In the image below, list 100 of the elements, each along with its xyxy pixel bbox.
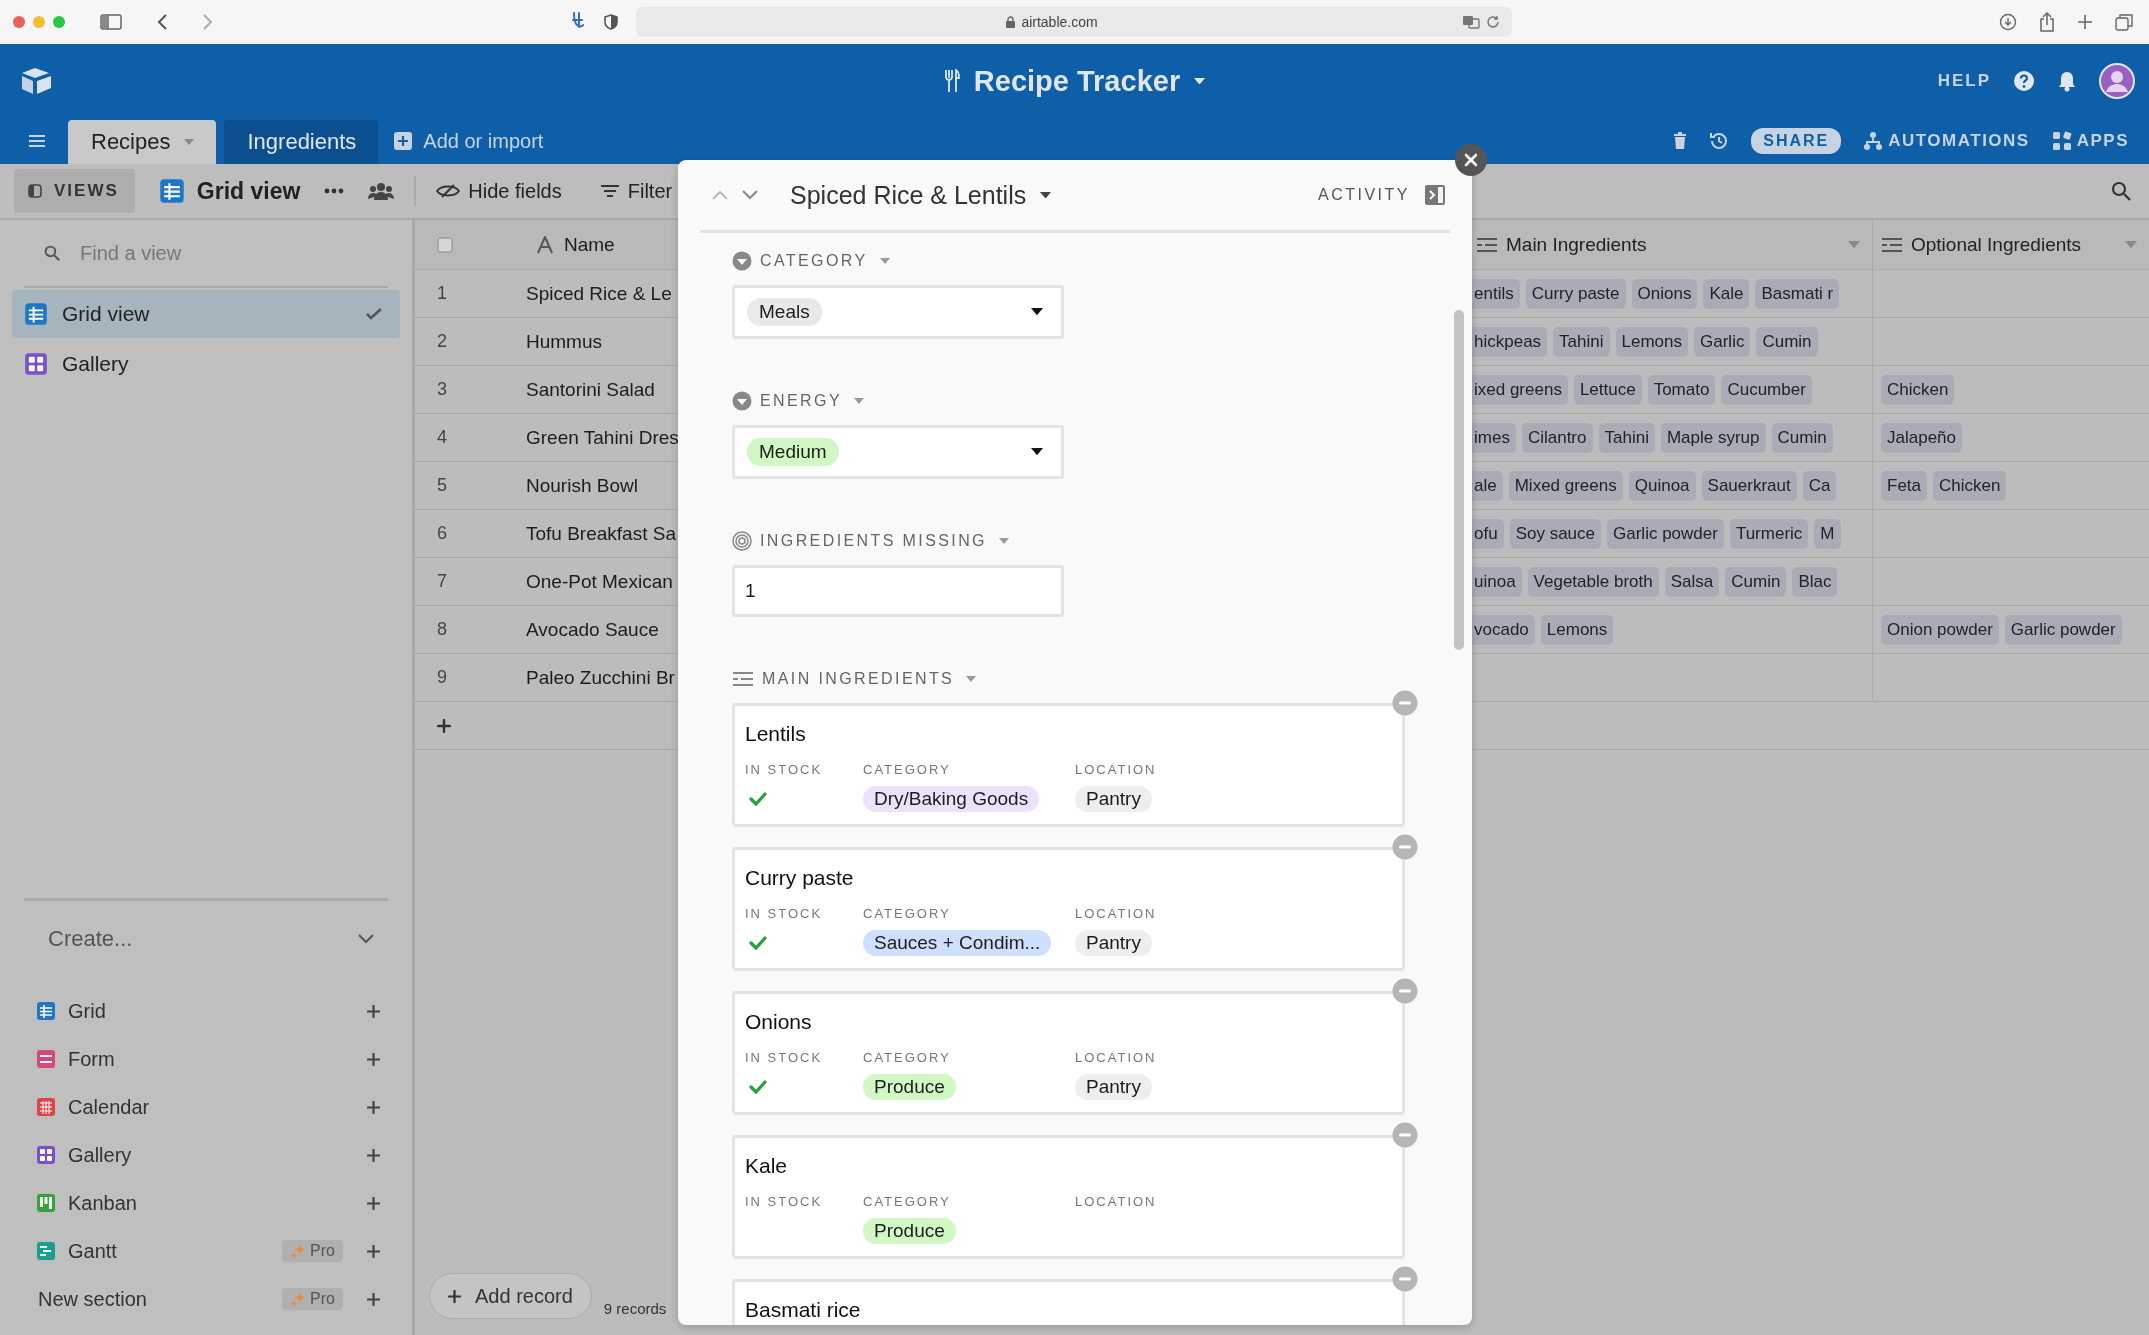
people-icon[interactable]: [368, 182, 395, 200]
ingredient-tag: Onion powder: [1881, 614, 1999, 645]
filter-button[interactable]: Filter: [599, 179, 673, 203]
table-tab[interactable]: Ingredients: [224, 120, 379, 164]
reload-icon[interactable]: [1486, 15, 1500, 29]
view-item[interactable]: Gallery: [12, 340, 400, 388]
linked-record-card[interactable]: Lentils IN STOCK CATEGORY LOCATION Dry/Baking Goods Pantry: [732, 703, 1405, 827]
field-label: IN STOCK: [745, 906, 823, 921]
ingredient-tag: hickpeas: [1472, 326, 1548, 357]
view-item[interactable]: Grid view: [12, 290, 400, 338]
share-button[interactable]: SHARE: [1751, 128, 1842, 154]
ingredient-tag: M: [1814, 518, 1841, 549]
column-header[interactable]: Main Ingredients: [1506, 233, 1840, 256]
views-button[interactable]: VIEWS: [14, 169, 135, 213]
history-icon[interactable]: [1709, 131, 1730, 151]
checkbox-icon[interactable]: [437, 236, 453, 253]
list-icon: [1881, 236, 1903, 253]
create-view-item[interactable]: Kanban: [12, 1179, 400, 1227]
base-title[interactable]: Recipe Tracker: [973, 64, 1181, 98]
linked-record-card[interactable]: Basmati rice: [732, 1279, 1405, 1325]
create-view-item[interactable]: Grid: [12, 987, 400, 1035]
linked-record-card[interactable]: Onions IN STOCK CATEGORY LOCATION Produce Pantry: [732, 991, 1405, 1115]
chevron-down-icon[interactable]: [358, 934, 374, 944]
logo-icon[interactable]: [20, 66, 54, 96]
plus-icon[interactable]: [367, 1052, 380, 1066]
chevron-down-icon[interactable]: [742, 190, 758, 200]
plus-icon[interactable]: [367, 1196, 380, 1210]
automations-button[interactable]: AUTOMATIONS: [1863, 131, 2030, 151]
grid-icon: [158, 178, 185, 204]
field-label: INGREDIENTS MISSING: [760, 532, 987, 550]
category-tag: Produce: [863, 1218, 956, 1244]
create-view-item[interactable]: Gallery: [12, 1131, 400, 1179]
add-record-button[interactable]: Add record: [429, 1273, 592, 1319]
tabs-icon[interactable]: [2115, 13, 2133, 31]
caret-icon: [2125, 240, 2137, 249]
panel-toggle-icon[interactable]: [1424, 184, 1446, 206]
ingredient-tag: Curry paste: [1525, 278, 1626, 309]
ingredient-tag: Quinoa: [1628, 470, 1696, 501]
ingredient-tag: Onions: [1631, 278, 1698, 309]
column-header[interactable]: Name: [564, 233, 615, 256]
trash-icon[interactable]: [1673, 132, 1688, 150]
search-icon[interactable]: [2111, 181, 2131, 201]
table-cell: Tofu Breakfast Sa: [526, 522, 676, 545]
create-view-item[interactable]: Gantt Pro: [12, 1227, 400, 1275]
plus-icon[interactable]: [437, 718, 451, 733]
bell-icon[interactable]: [2057, 70, 2077, 92]
caret-icon: [1031, 448, 1043, 456]
plus-icon[interactable]: [367, 1100, 380, 1114]
shield-icon[interactable]: [604, 14, 618, 30]
ingredient-tag: Tomato: [1647, 374, 1716, 405]
record-title[interactable]: Spiced Rice & Lentils: [790, 180, 1027, 210]
ingredient-tag: uinoa: [1472, 566, 1522, 597]
column-header[interactable]: Optional Ingredients: [1911, 233, 2117, 256]
field-label: LOCATION: [1075, 1194, 1157, 1209]
linked-record-card[interactable]: Kale IN STOCK CATEGORY LOCATION Produce: [732, 1135, 1405, 1259]
linked-record-card[interactable]: Curry paste IN STOCK CATEGORY LOCATION Sauces + Condim... Pantry: [732, 847, 1405, 971]
row-number: 6: [437, 523, 447, 544]
hide-fields-button[interactable]: Hide fields: [436, 179, 562, 203]
plus-icon[interactable]: [367, 1292, 380, 1306]
plus-icon[interactable]: [367, 1004, 380, 1018]
field-label: LOCATION: [1075, 762, 1157, 777]
ingredient-tag: Feta: [1881, 470, 1928, 501]
download-icon[interactable]: [1999, 13, 2017, 31]
caret-icon: [1040, 191, 1052, 199]
add-table-button[interactable]: Add or import: [394, 129, 544, 153]
sidebar-icon: [28, 184, 42, 198]
ingredient-tag: Chicken: [1881, 374, 1955, 405]
activity-button[interactable]: ACTIVITY: [1318, 186, 1410, 204]
avatar-icon[interactable]: [2099, 63, 2135, 99]
record-name: Curry paste: [745, 866, 855, 890]
create-view-item[interactable]: Calendar: [12, 1083, 400, 1131]
address-bar[interactable]: airtable.com: [636, 7, 1512, 37]
ingredient-tag: Turmeric: [1729, 518, 1809, 549]
field-label: ENERGY: [760, 392, 842, 410]
create-view-item[interactable]: Form: [12, 1035, 400, 1083]
select-field[interactable]: Medium: [732, 425, 1064, 479]
ingredient-tag: Salsa: [1664, 566, 1720, 597]
back-icon[interactable]: [156, 13, 168, 31]
select-field[interactable]: Meals: [732, 285, 1064, 339]
scrollbar[interactable]: [1454, 310, 1464, 650]
help-icon[interactable]: [2013, 70, 2035, 92]
help-link[interactable]: HELP: [1937, 71, 1991, 91]
row-number: 2: [437, 331, 447, 352]
new-tab-icon[interactable]: [2077, 14, 2093, 30]
table-tab[interactable]: Recipes: [68, 120, 217, 164]
apps-button[interactable]: APPS: [2051, 131, 2129, 151]
menu-icon[interactable]: [28, 134, 46, 148]
category-tag: Pantry: [1075, 1074, 1152, 1100]
ingredient-tag: Garlic: [1694, 326, 1751, 357]
share-icon[interactable]: [2039, 12, 2055, 32]
input-field[interactable]: 1: [732, 565, 1064, 617]
view-switcher[interactable]: Grid view: [158, 177, 301, 205]
plus-icon[interactable]: [367, 1148, 380, 1162]
sidebar-toggle-icon[interactable]: [100, 14, 122, 30]
plus-icon[interactable]: [367, 1244, 380, 1258]
create-view-item[interactable]: New section Pro: [12, 1275, 400, 1323]
more-icon[interactable]: [324, 188, 345, 194]
field-label: IN STOCK: [745, 1194, 823, 1209]
ingredient-tag: Blac: [1792, 566, 1838, 597]
translate-icon[interactable]: [1462, 15, 1480, 29]
